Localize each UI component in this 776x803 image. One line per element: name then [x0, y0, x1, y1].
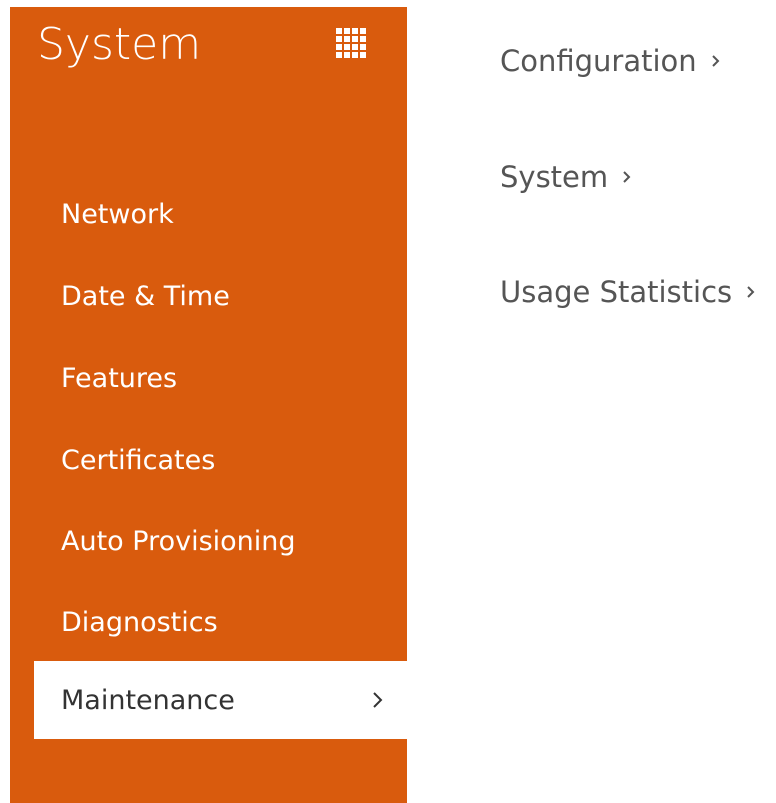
sidebar-item-label: Certificates [61, 444, 216, 476]
chevron-right-icon [373, 692, 383, 708]
sidebar-item-diagnostics[interactable]: Diagnostics [34, 583, 407, 661]
chevron-right-icon [623, 171, 631, 183]
sidebar-item-label: Date & Time [61, 280, 230, 312]
sidebar-title: System [37, 19, 202, 70]
sidebar-item-label: Auto Provisioning [61, 525, 296, 557]
menu-item-label: System [500, 160, 609, 194]
sidebar-item-network[interactable]: Network [34, 175, 407, 253]
sidebar-item-label: Network [61, 198, 174, 230]
sidebar-item-label: Features [61, 362, 178, 394]
sidebar-item-auto-provisioning[interactable]: Auto Provisioning [34, 502, 407, 580]
sidebar-item-maintenance[interactable]: Maintenance [34, 661, 407, 739]
sidebar-item-date-time[interactable]: Date & Time [34, 257, 407, 335]
menu-item-configuration[interactable]: Configuration [500, 44, 721, 78]
chevron-right-icon [711, 55, 720, 67]
sidebar-item-label: Maintenance [61, 684, 235, 716]
sidebar-item-features[interactable]: Features [34, 339, 407, 417]
sidebar-item-label: Diagnostics [61, 606, 218, 638]
menu-item-usage-statistics[interactable]: Usage Statistics [500, 275, 756, 309]
chevron-right-icon [747, 286, 755, 298]
menu-item-system[interactable]: System [500, 160, 632, 194]
menu-item-label: Configuration [500, 44, 697, 78]
grid-icon[interactable] [336, 28, 366, 58]
sidebar-item-certificates[interactable]: Certificates [34, 421, 407, 499]
sidebar: System Network Date & Time Features Cert… [10, 7, 407, 803]
menu-item-label: Usage Statistics [500, 275, 733, 309]
